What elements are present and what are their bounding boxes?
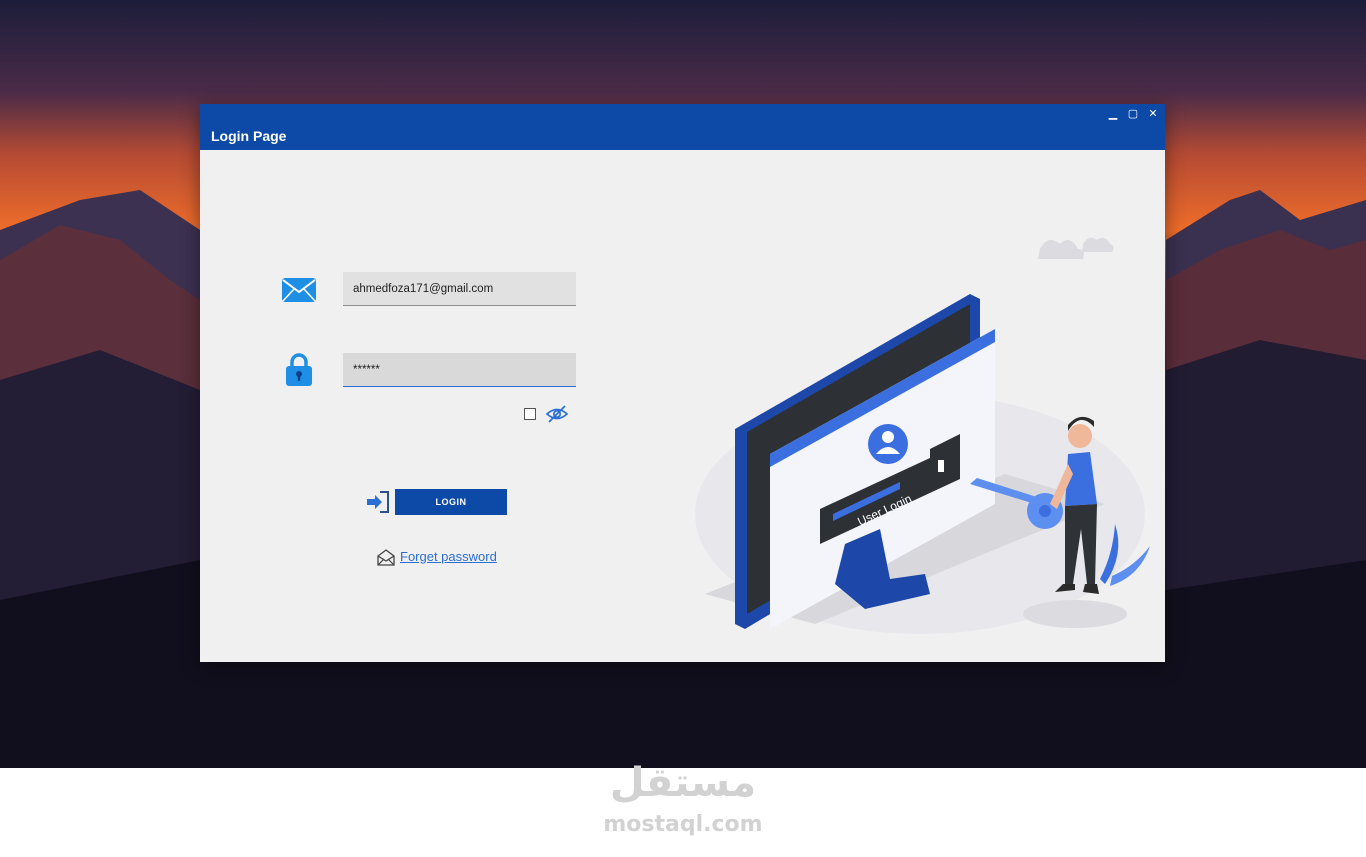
maximize-button[interactable]: ▢: [1127, 107, 1139, 121]
window-controls: ▁ ▢ ✕: [1107, 107, 1159, 121]
window-title: Login Page: [211, 128, 287, 144]
email-field[interactable]: [343, 272, 576, 306]
login-window: Login Page ▁ ▢ ✕ ahmedfoza171@gmail.com …: [200, 104, 1165, 662]
show-password-checkbox[interactable]: [524, 408, 536, 420]
eye-slash-icon[interactable]: [545, 404, 569, 429]
padlock-icon: [284, 353, 314, 392]
open-envelope-icon: [377, 548, 395, 571]
login-button[interactable]: LOGIN: [395, 489, 507, 515]
sign-in-arrow-icon: [365, 490, 391, 519]
watermark-arabic: مستقل: [609, 760, 757, 806]
minimize-button[interactable]: ▁: [1107, 107, 1119, 121]
forget-password-link[interactable]: Forget password: [400, 549, 497, 564]
close-button[interactable]: ✕: [1147, 107, 1159, 121]
envelope-icon: [281, 277, 317, 308]
title-bar[interactable]: Login Page ▁ ▢ ✕: [200, 104, 1165, 150]
password-field[interactable]: [343, 353, 576, 387]
watermark-latin: mostaql.com: [603, 812, 763, 837]
login-illustration: User Login: [685, 184, 1155, 649]
